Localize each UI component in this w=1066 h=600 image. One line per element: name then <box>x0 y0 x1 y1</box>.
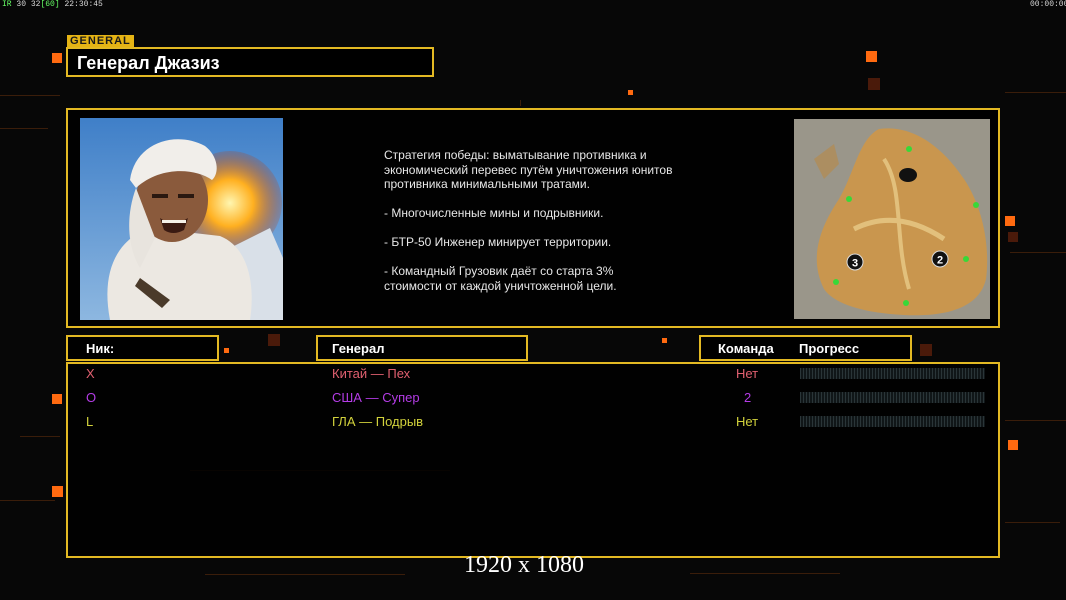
bg-line <box>0 95 60 96</box>
bg-line <box>20 436 60 437</box>
description-point: - Командный Грузовик даёт со старта 3% с… <box>384 264 617 293</box>
bg-line <box>205 574 405 575</box>
bg-line <box>0 500 55 501</box>
header-team-progress-box: Команда Прогресс <box>699 335 912 361</box>
bg-square <box>52 486 63 497</box>
general-title-box: Генерал Джазиз <box>66 47 434 77</box>
bg-square <box>52 394 62 404</box>
start-position-3: 3 <box>846 253 864 271</box>
hud-stats: IR 30 32[60] 22:30:45 <box>2 0 103 9</box>
resolution-label: 1920 x 1080 <box>464 552 584 578</box>
bg-square <box>268 334 280 346</box>
bg-square <box>1008 440 1018 450</box>
bg-line <box>1010 252 1066 253</box>
bg-square <box>868 78 880 90</box>
player-team: Нет <box>736 414 759 429</box>
bg-square <box>866 51 877 62</box>
bg-square <box>1005 216 1015 226</box>
general-name: Генерал Джазиз <box>77 53 220 73</box>
hud-clock: 22:30:45 <box>64 0 103 9</box>
description-point: - БТР-50 Инженер минирует территории. <box>384 235 612 249</box>
header-general: Генерал <box>332 341 385 356</box>
player-nick: X <box>86 366 95 381</box>
start-position-label: 2 <box>937 255 943 267</box>
hud-timer: 00:00:00 <box>1030 0 1066 9</box>
start-position-2: 2 <box>931 250 949 268</box>
bg-square <box>224 348 229 353</box>
header-general-box: Генерал <box>316 335 528 361</box>
player-general: Китай — Пех <box>332 366 411 381</box>
player-progress-bar <box>800 416 985 427</box>
hud-fps: [60] <box>40 0 60 9</box>
player-team: Нет <box>736 366 759 381</box>
player-row: O США — Супер 2 <box>66 388 1000 408</box>
player-row: X Китай — Пех Нет <box>66 364 1000 384</box>
general-description: Стратегия победы: выматывание противника… <box>384 148 744 308</box>
general-tag: GENERAL <box>67 35 134 47</box>
map-preview: 3 2 <box>794 119 990 319</box>
player-nick: O <box>86 390 97 405</box>
bg-line <box>1005 522 1060 523</box>
bg-line <box>520 100 521 106</box>
player-progress-bar <box>800 368 985 379</box>
hud-stats-prefix: IR <box>2 0 12 9</box>
bg-line <box>1005 420 1066 421</box>
bg-square <box>628 90 633 95</box>
player-general: ГЛА — Подрыв <box>332 414 424 429</box>
header-nick: Ник: <box>86 341 115 356</box>
description-point: - Многочисленные мины и подрывники. <box>384 206 604 220</box>
bg-square <box>662 338 667 343</box>
player-nick: L <box>86 414 94 429</box>
bg-square <box>920 344 932 356</box>
bg-line <box>690 573 840 574</box>
bg-line <box>1005 92 1066 93</box>
header-progress: Прогресс <box>799 341 860 356</box>
hud-stats-numbers: 30 32 <box>16 0 41 9</box>
header-nick-box: Ник: <box>66 335 219 361</box>
bg-line <box>0 128 48 129</box>
player-general: США — Супер <box>332 390 420 405</box>
description-strategy: Стратегия победы: выматывание противника… <box>384 148 673 191</box>
player-row: L ГЛА — Подрыв Нет <box>66 412 1000 432</box>
start-position-label: 3 <box>852 258 858 270</box>
header-team: Команда <box>718 341 774 356</box>
bg-square <box>1008 232 1018 242</box>
player-team: 2 <box>744 390 752 405</box>
player-progress-bar <box>800 392 985 403</box>
bg-square <box>52 53 62 63</box>
general-portrait <box>80 118 283 320</box>
